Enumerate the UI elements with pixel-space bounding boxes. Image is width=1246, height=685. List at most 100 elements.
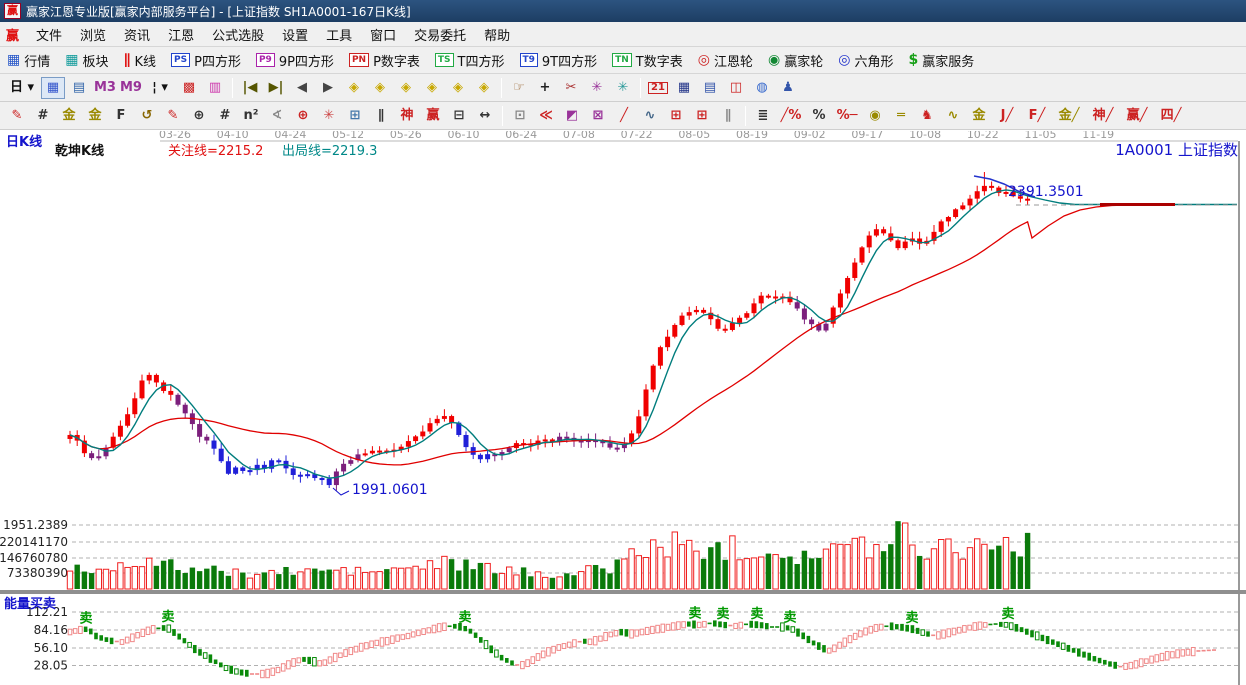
toolbar-item-t-number[interactable]: TNT数字表 xyxy=(609,49,686,72)
ray-fan-button[interactable]: ≪ xyxy=(534,105,558,127)
menu-item-9[interactable]: 帮助 xyxy=(475,23,519,46)
prev-button[interactable]: ◀ xyxy=(290,77,314,99)
number-grid-button[interactable]: ⊟ xyxy=(447,105,471,127)
parallel-lines-button[interactable]: ∥ xyxy=(716,105,740,127)
gold-grid-button[interactable]: 金 xyxy=(57,105,81,127)
menu-item-8[interactable]: 交易委托 xyxy=(405,23,475,46)
first-page-button[interactable]: |◀ xyxy=(238,77,262,99)
diamond-left-button[interactable]: ◈ xyxy=(342,77,366,99)
save-button[interactable]: ◫ xyxy=(724,77,748,99)
pen-flag-button[interactable]: ✎ xyxy=(161,105,185,127)
diamond-plus-button[interactable]: ◈ xyxy=(472,77,496,99)
win-line-button[interactable]: 赢╱ xyxy=(1121,105,1153,127)
circle-cycle-button[interactable]: ⊕ xyxy=(187,105,211,127)
menu-item-0[interactable]: 文件 xyxy=(27,23,71,46)
feature-toolbar: ▦行情 ▦板块 ∥K线 PSP四方形 P99P四方形 PNP数字表 TST四方形 T99T四方… xyxy=(0,47,1246,74)
angle-lines-button[interactable]: ∢ xyxy=(265,105,289,127)
toolbar-item-quotes[interactable]: ▦行情 xyxy=(4,49,53,72)
diamond-expand-button[interactable]: ◈ xyxy=(394,77,418,99)
mind-purple-button[interactable]: ✳ xyxy=(585,77,609,99)
menu-item-6[interactable]: 工具 xyxy=(317,23,361,46)
chart-canvas[interactable]: 日K线乾坤K线关注线=2215.2出局线=2219.31A0001 上证指数03… xyxy=(0,131,1246,685)
color-chart-button[interactable]: ▥ xyxy=(203,77,227,99)
shen-line-button[interactable]: 神╱ xyxy=(1087,105,1119,127)
diamond-right-button[interactable]: ◈ xyxy=(368,77,392,99)
four-line-button[interactable]: 四╱ xyxy=(1155,105,1187,127)
date-tick-04-24: 04-24 xyxy=(274,131,306,141)
wave-9-button[interactable]: M9 xyxy=(119,77,143,99)
toolbar-item-p-square[interactable]: PSP四方形 xyxy=(168,49,244,72)
last-page-button[interactable]: ▶| xyxy=(264,77,288,99)
win-grid-button[interactable]: 赢 xyxy=(421,105,445,127)
user-button[interactable]: ♟ xyxy=(776,77,800,99)
percent-diag-button[interactable]: ╱% xyxy=(777,105,805,127)
grid-dense-button[interactable]: # xyxy=(213,105,237,127)
wave-line-button[interactable]: ∿ xyxy=(638,105,662,127)
kline-marks-button[interactable]: ∥ xyxy=(369,105,393,127)
h-stretch-button[interactable]: ↔ xyxy=(473,105,497,127)
web-sync-button[interactable]: ◍ xyxy=(750,77,774,99)
circle-cross-red-button[interactable]: ⊕ xyxy=(291,105,315,127)
grid-button[interactable]: # xyxy=(31,105,55,127)
winner-wheel-icon: ◉ xyxy=(768,52,780,68)
delete-tool-button[interactable]: ✂ xyxy=(559,77,583,99)
box-diag-button[interactable]: ⊠ xyxy=(586,105,610,127)
gold-line-button[interactable]: 金╱ xyxy=(1053,105,1085,127)
chart-header: 日K线乾坤K线关注线=2215.2出局线=2219.31A0001 上证指数03… xyxy=(6,131,1239,685)
diamond-star-button[interactable]: ◈ xyxy=(446,77,470,99)
toolbar-item-gann-wheel[interactable]: ◎江恩轮 xyxy=(695,49,756,72)
toolbar-item-winner-wheel[interactable]: ◉赢家轮 xyxy=(765,49,826,72)
menu-item-7[interactable]: 窗口 xyxy=(361,23,405,46)
red-grid-2-button[interactable]: ⊞ xyxy=(690,105,714,127)
period-day-dropdown-button[interactable]: 日 ▾ xyxy=(5,77,39,99)
toolbar-item-p-number[interactable]: PNP数字表 xyxy=(346,49,423,72)
toolbar-item-t-square[interactable]: TST四方形 xyxy=(432,49,508,72)
wave-3-button[interactable]: M3 xyxy=(93,77,117,99)
zone-select-button[interactable]: ▦ xyxy=(41,77,65,99)
menu-item-4[interactable]: 公式选股 xyxy=(203,23,273,46)
info-note-button[interactable]: ▤ xyxy=(67,77,91,99)
toolbar-item-9t-square[interactable]: T99T四方形 xyxy=(517,49,601,72)
j-line-button[interactable]: J╱ xyxy=(993,105,1021,127)
percent-h-button[interactable]: %─ xyxy=(833,105,861,127)
spider-web-button[interactable]: ✳ xyxy=(317,105,341,127)
red-grid-button[interactable]: ⊞ xyxy=(664,105,688,127)
calendar-button[interactable]: 21 xyxy=(646,77,670,99)
n-square-button[interactable]: n² xyxy=(239,105,263,127)
steps-button[interactable]: ≣ xyxy=(751,105,775,127)
rect-select-button[interactable]: ⊡ xyxy=(508,105,532,127)
gold-h-lines-button[interactable]: ═ xyxy=(889,105,913,127)
menu-item-1[interactable]: 浏览 xyxy=(71,23,115,46)
gold-wave-button[interactable]: ∿ xyxy=(941,105,965,127)
notes-button[interactable]: ▤ xyxy=(698,77,722,99)
toolbar-item-sectors[interactable]: ▦板块 xyxy=(62,49,111,72)
spiral-button[interactable]: ↺ xyxy=(135,105,159,127)
shen-grid-button[interactable]: 神 xyxy=(395,105,419,127)
mind-teal-button[interactable]: ✳ xyxy=(611,77,635,99)
diamond-cross-button[interactable]: ◈ xyxy=(420,77,444,99)
signal-flag-button[interactable]: ♞ xyxy=(915,105,939,127)
calculator-button[interactable]: ▦ xyxy=(672,77,696,99)
f-line-button[interactable]: F╱ xyxy=(1023,105,1051,127)
fan-box-button[interactable]: ◩ xyxy=(560,105,584,127)
gann-filter-button[interactable]: ▩ xyxy=(177,77,201,99)
trend-line-button[interactable]: ╱ xyxy=(612,105,636,127)
gold-grid-2-button[interactable]: 金 xyxy=(83,105,107,127)
menu-item-2[interactable]: 资讯 xyxy=(115,23,159,46)
candle-style-dropdown-button[interactable]: ¦ ▾ xyxy=(145,77,175,99)
toolbar-item-kline[interactable]: ∥K线 xyxy=(121,49,160,72)
gold-circle-button[interactable]: ◉ xyxy=(863,105,887,127)
gold-h-2-button[interactable]: 金 xyxy=(967,105,991,127)
toolbar-item-winner-service[interactable]: $赢家服务 xyxy=(905,49,977,72)
menu-item-5[interactable]: 设置 xyxy=(273,23,317,46)
hand-tool-button[interactable]: ☞ xyxy=(507,77,531,99)
menu-item-3[interactable]: 江恩 xyxy=(159,23,203,46)
f-grid-button[interactable]: F xyxy=(109,105,133,127)
draw-pen-button[interactable]: ✎ xyxy=(5,105,29,127)
percent-button[interactable]: % xyxy=(807,105,831,127)
toolbar-item-9p-square[interactable]: P99P四方形 xyxy=(253,49,337,72)
next-button[interactable]: ▶ xyxy=(316,77,340,99)
toolbar-item-hexagon[interactable]: ◎六角形 xyxy=(835,49,896,72)
web-square-button[interactable]: ⊞ xyxy=(343,105,367,127)
cross-cursor-button[interactable]: + xyxy=(533,77,557,99)
